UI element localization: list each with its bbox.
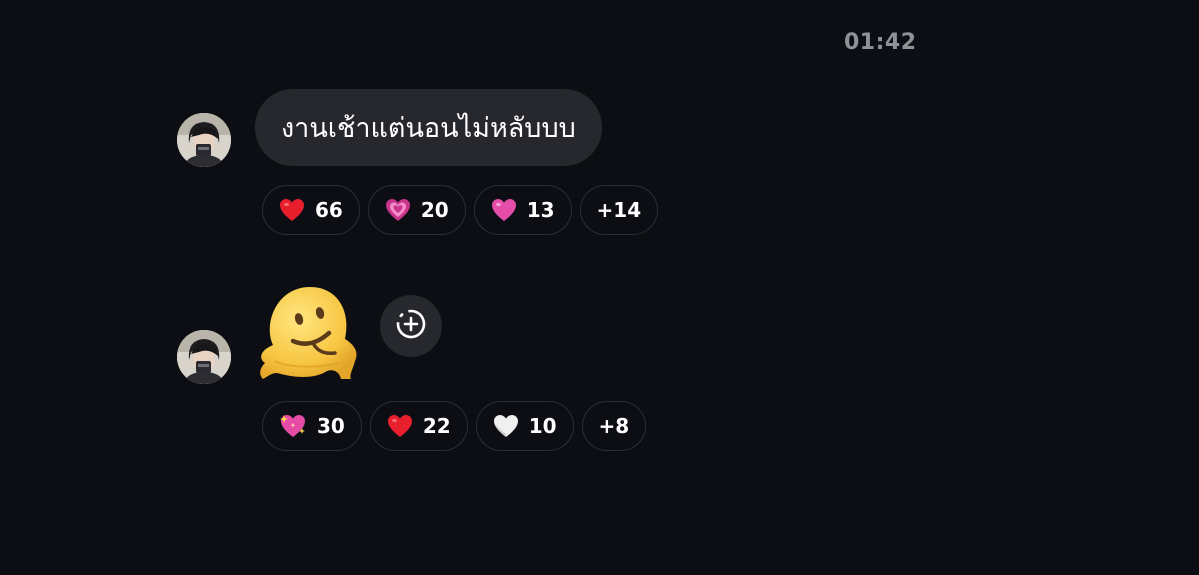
reaction-pill[interactable]: 13 xyxy=(473,185,572,235)
reaction-count: 66 xyxy=(315,198,343,222)
more-reactions-button[interactable]: +14 xyxy=(579,185,659,235)
avatar[interactable] xyxy=(177,113,231,167)
reaction-pill[interactable]: 66 xyxy=(262,185,360,235)
avatar[interactable] xyxy=(177,330,231,384)
chat-view: 01:42 งานเช้าแต่นอนไม่หลับบบ 66 20 13 +1… xyxy=(0,0,1199,575)
reaction-count: 30 xyxy=(317,414,345,438)
reaction-count: 13 xyxy=(526,198,555,222)
reaction-count: 22 xyxy=(422,414,451,438)
more-reactions-count: +8 xyxy=(598,414,630,438)
reaction-pill[interactable]: 10 xyxy=(475,401,574,451)
add-reaction-icon xyxy=(394,307,428,345)
growing-heart-icon xyxy=(385,198,411,222)
pink-heart-icon xyxy=(491,198,517,222)
sparkling-heart-icon xyxy=(279,413,307,439)
more-reactions-button[interactable]: +8 xyxy=(581,401,647,451)
more-reactions-count: +14 xyxy=(596,198,642,222)
reaction-pill[interactable]: 30 xyxy=(262,401,362,451)
reaction-pill[interactable]: 20 xyxy=(367,185,466,235)
red-heart-icon xyxy=(279,198,305,222)
reaction-bar: 66 20 13 +14 xyxy=(262,185,659,235)
reaction-count: 20 xyxy=(420,198,449,222)
reaction-bar: 30 22 10 +8 xyxy=(262,401,647,451)
message-bubble[interactable]: งานเช้าแต่นอนไม่หลับบบ xyxy=(255,89,602,166)
white-heart-icon xyxy=(493,414,519,438)
red-heart-icon xyxy=(387,414,413,438)
melting-face-icon[interactable] xyxy=(255,283,361,387)
reaction-count: 10 xyxy=(528,414,557,438)
add-reaction-button[interactable] xyxy=(380,295,442,357)
reaction-pill[interactable]: 22 xyxy=(369,401,468,451)
message-timestamp: 01:42 xyxy=(844,30,917,55)
